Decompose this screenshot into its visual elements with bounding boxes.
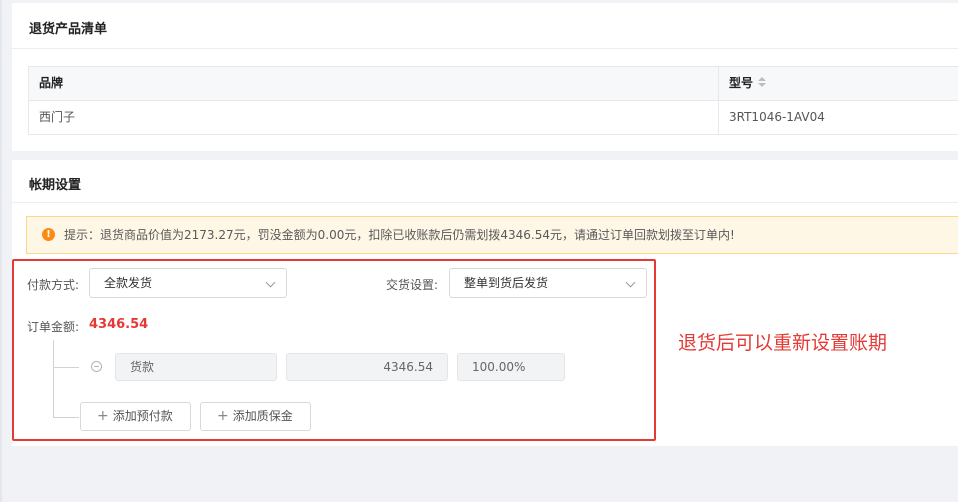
highlight-box — [12, 259, 656, 441]
table-row: 西门子 3RT1046-1AV04 — [29, 101, 958, 134]
sort-icon[interactable] — [758, 77, 767, 88]
warning-circle-icon: ! — [42, 228, 55, 241]
alert-text: 提示：退货商品价值为2173.27元，罚没金额为0.00元，扣除已收账款后仍需划… — [64, 228, 735, 242]
table-header-row: 品牌 型号 — [29, 67, 958, 101]
column-header-model[interactable]: 型号 — [719, 67, 958, 100]
return-product-table: 品牌 型号 西门子 3RT1046-1AV04 — [28, 66, 958, 135]
left-edge-border — [0, 0, 2, 502]
account-period-title: 帐期设置 — [29, 178, 82, 193]
cell-model: 3RT1046-1AV04 — [729, 110, 825, 124]
return-product-list-card: 退货产品清单 品牌 型号 西门子 3RT1046-1AV04 — [12, 3, 958, 151]
return-list-title: 退货产品清单 — [29, 22, 108, 37]
column-header-brand: 品牌 — [29, 67, 719, 100]
card-divider — [12, 202, 958, 203]
cell-brand: 西门子 — [29, 101, 719, 134]
card-divider — [12, 48, 958, 49]
annotation-text: 退货后可以重新设置账期 — [678, 332, 888, 354]
notice-alert: ! 提示：退货商品价值为2173.27元，罚没金额为0.00元，扣除已收账款后仍… — [26, 216, 958, 254]
